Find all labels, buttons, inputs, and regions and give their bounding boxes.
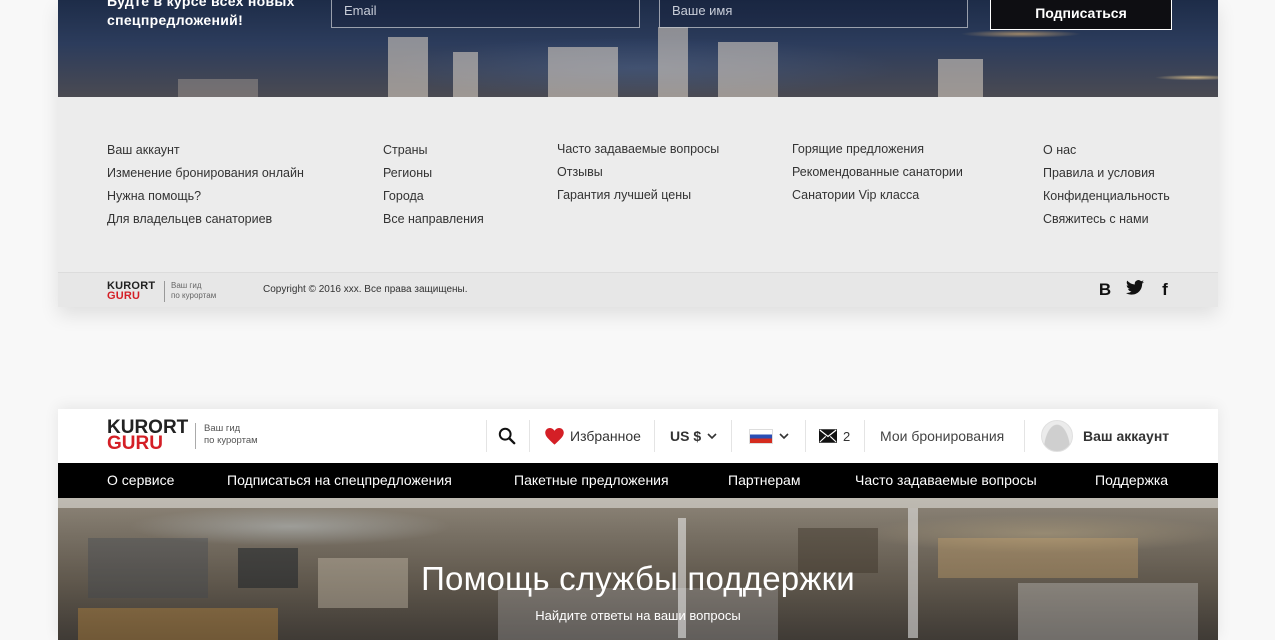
nav-item-subscribe[interactable]: Подписаться на спецпредложения: [227, 463, 452, 498]
social-links: B f: [1096, 280, 1174, 300]
logo-wordmark: KURORT GURU: [107, 418, 188, 454]
tagline-line1: Ваш гид: [171, 281, 202, 290]
language-selector[interactable]: [749, 409, 789, 463]
nav-item-packages[interactable]: Пакетные предложения: [514, 463, 669, 498]
support-page: KURORT GURU Ваш гид по курортам Избранно…: [58, 409, 1218, 640]
email-placeholder: Email: [344, 3, 377, 18]
divider: [805, 420, 806, 452]
footer-link[interactable]: Часто задаваемые вопросы: [557, 138, 719, 161]
twitter-icon[interactable]: [1126, 280, 1144, 300]
logo-wordmark: KURORT GURU: [107, 281, 155, 302]
footer-bottom-bar: KURORT GURU Ваш гид по курортам Copyrigh…: [58, 272, 1218, 307]
name-placeholder: Ваше имя: [672, 3, 733, 18]
footer-link[interactable]: Санатории Vip класса: [792, 184, 963, 207]
nav-item-partners[interactable]: Партнерам: [728, 463, 800, 498]
copyright-text: Copyright © 2016 xxx. Все права защищены…: [263, 284, 468, 295]
footer-link[interactable]: Страны: [383, 139, 484, 162]
divider: [486, 420, 487, 452]
hero-banner: Помощь службы поддержки Найдите ответы н…: [58, 498, 1218, 640]
footer-links-account: Ваш аккаунт Изменение бронирования онлай…: [107, 139, 304, 231]
divider: [864, 420, 865, 452]
email-input[interactable]: Email: [331, 0, 640, 28]
tagline-line2: по курортам: [204, 435, 258, 446]
name-input[interactable]: Ваше имя: [659, 0, 968, 28]
tagline-line1: Ваш гид: [204, 423, 241, 434]
page-subtitle: Найдите ответы на ваши вопросы: [535, 608, 741, 623]
footer-link[interactable]: Рекомендованные санатории: [792, 161, 963, 184]
footer-links: Ваш аккаунт Изменение бронирования онлай…: [58, 97, 1218, 272]
footer-link[interactable]: Горящие предложения: [792, 138, 963, 161]
footer-link[interactable]: Изменение бронирования онлайн: [107, 162, 304, 185]
avatar: [1041, 420, 1073, 452]
logo-guru: GURU: [107, 290, 141, 302]
footer-links-help: Часто задаваемые вопросы Отзывы Гарантия…: [557, 138, 719, 207]
footer-link[interactable]: Все направления: [383, 208, 484, 231]
main-nav: О сервисе Подписаться на спецпредложения…: [58, 463, 1218, 498]
currency-label: US $: [670, 428, 702, 444]
footer-link[interactable]: Гарантия лучшей цены: [557, 184, 719, 207]
account-menu[interactable]: Ваш аккаунт: [1041, 409, 1169, 463]
footer-link[interactable]: Города: [383, 185, 484, 208]
facebook-icon[interactable]: f: [1156, 280, 1174, 300]
top-header: KURORT GURU Ваш гид по курортам Избранно…: [58, 409, 1218, 463]
footer-link[interactable]: Нужна помощь?: [107, 185, 304, 208]
subscribe-banner: Будте в курсе всех новых спецпредложений…: [58, 0, 1218, 97]
footer-link[interactable]: Регионы: [383, 162, 484, 185]
envelope-icon: [819, 429, 837, 443]
search-button[interactable]: [498, 409, 516, 463]
subscribe-text: Будте в курсе всех новых спецпредложений…: [107, 0, 295, 30]
tagline-line2: по курортам: [171, 291, 217, 300]
chevron-down-icon: [707, 432, 717, 439]
nav-item-faq[interactable]: Часто задаваемые вопросы: [855, 463, 1037, 498]
footer-link[interactable]: Свяжитесь с нами: [1043, 208, 1170, 231]
heart-icon: [545, 427, 564, 445]
account-label: Ваш аккаунт: [1083, 428, 1170, 444]
footer-link[interactable]: О нас: [1043, 139, 1170, 162]
footer-link[interactable]: Конфиденциальность: [1043, 185, 1170, 208]
logo-tagline: Ваш гид по курортам: [195, 423, 275, 449]
nav-item-support[interactable]: Поддержка: [1095, 463, 1168, 498]
subscribe-text-line2: спецпредложений!: [107, 12, 244, 28]
footer-links-destinations: Страны Регионы Города Все направления: [383, 139, 484, 231]
footer-links-offers: Горящие предложения Рекомендованные сана…: [792, 138, 963, 207]
logo-guru: GURU: [107, 433, 163, 454]
divider: [654, 420, 655, 452]
chevron-down-icon: [779, 432, 789, 439]
footer-link[interactable]: Отзывы: [557, 161, 719, 184]
russia-flag-icon: [749, 428, 773, 444]
nav-item-about[interactable]: О сервисе: [107, 463, 174, 498]
messages-button[interactable]: 2: [819, 409, 850, 463]
footer-logo[interactable]: KURORT GURU Ваш гид по курортам: [107, 281, 216, 302]
my-bookings-link[interactable]: Мои бронирования: [880, 409, 1004, 463]
favorites-link[interactable]: Избранное: [545, 409, 641, 463]
divider: [1024, 420, 1025, 452]
footer-section: Будте в курсе всех новых спецпредложений…: [58, 0, 1218, 307]
footer-link[interactable]: Для владельцев санаториев: [107, 208, 304, 231]
page-title: Помощь службы поддержки: [421, 560, 855, 597]
subscribe-text-line1: Будте в курсе всех новых: [107, 0, 295, 9]
header-logo[interactable]: KURORT GURU Ваш гид по курортам: [107, 418, 258, 454]
vk-icon[interactable]: B: [1096, 280, 1114, 300]
favorites-label: Избранное: [570, 428, 641, 444]
currency-selector[interactable]: US $: [670, 409, 717, 463]
footer-link[interactable]: Правила и условия: [1043, 162, 1170, 185]
divider: [529, 420, 530, 452]
subscribe-button[interactable]: Подписаться: [990, 0, 1172, 30]
footer-link[interactable]: Ваш аккаунт: [107, 139, 304, 162]
divider: [731, 420, 732, 452]
search-icon: [498, 427, 516, 445]
logo-tagline: Ваш гид по курортам: [164, 281, 224, 302]
messages-count: 2: [843, 428, 851, 444]
footer-links-about: О нас Правила и условия Конфиденциальнос…: [1043, 139, 1170, 231]
